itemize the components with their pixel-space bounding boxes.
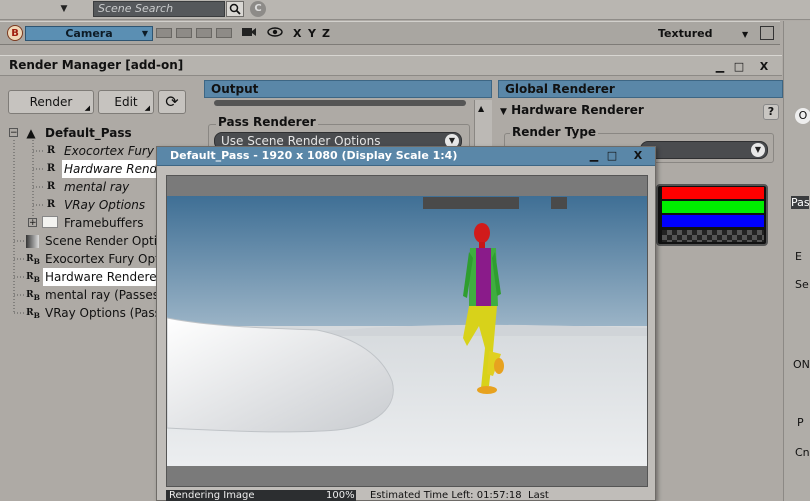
axis-y-button[interactable]: Y (308, 26, 316, 42)
corner-arrow-icon: ◢ (144, 104, 150, 112)
right-strip-item[interactable]: Se (795, 278, 810, 291)
collapse-triangle-icon: ▼ (500, 107, 507, 117)
refresh-icon: ⟳ (165, 92, 179, 111)
pass-renderer-label: Pass Renderer (216, 115, 318, 129)
view-slot-1[interactable] (156, 28, 172, 38)
search-icon[interactable] (226, 1, 244, 17)
right-strip-item[interactable]: ON (793, 358, 810, 371)
green-bar (662, 201, 764, 213)
render-type-dropdown[interactable]: ▼ (640, 141, 768, 159)
minimize-icon[interactable]: ▁ (586, 149, 602, 163)
hardware-renderer-section-label: Hardware Renderer (511, 103, 644, 117)
eye-icon[interactable] (267, 27, 283, 41)
rendered-image (166, 175, 648, 487)
last-render-label: Last (528, 490, 549, 501)
render-view-title: Default_Pass - 1920 x 1080 (Display Scal… (170, 149, 458, 162)
render-type-label: Render Type (510, 125, 599, 139)
viewport-header: B Camera ▼ X Y Z Textured ▼ (0, 21, 780, 45)
renderer-r-icon: R (46, 181, 56, 192)
output-panel-header[interactable]: Output (204, 80, 492, 98)
camera-label: Camera (65, 27, 113, 40)
close-icon[interactable]: X (756, 60, 772, 74)
view-slot-2[interactable] (176, 28, 192, 38)
tree-item-label: Default_Pass (45, 126, 132, 140)
blue-bar (662, 215, 764, 227)
restore-icon[interactable]: □ (731, 60, 747, 74)
progress-percent: 100% (326, 490, 355, 501)
right-strip-item[interactable]: Cn (795, 446, 810, 459)
viewport-icons (241, 26, 283, 42)
hardware-renderer-section[interactable]: ▼ Hardware Renderer (500, 103, 644, 117)
chevron-down-icon[interactable]: ▼ (58, 3, 70, 15)
render-manager-title: Render Manager [add-on] (9, 58, 184, 72)
view-slot-3[interactable] (196, 28, 212, 38)
clear-search-button[interactable]: C (250, 1, 266, 17)
estimated-time-left: Estimated Time Left: 01:57:18 (370, 490, 522, 501)
tree-connector-lines (13, 140, 43, 314)
chevron-down-icon: ▼ (751, 143, 765, 157)
output-collapsed-bar (214, 100, 466, 106)
render-menu-button[interactable]: Render ◢ (8, 90, 94, 114)
renderer-r-icon: R (46, 145, 56, 156)
restore-icon[interactable]: □ (604, 149, 620, 163)
display-mode-menu[interactable]: Textured (658, 28, 712, 40)
right-strip-item[interactable]: O (795, 108, 810, 124)
maximize-viewport-icon[interactable] (760, 26, 774, 40)
edit-menu-button[interactable]: Edit ◢ (98, 90, 154, 114)
corner-arrow-icon: ◢ (84, 104, 90, 112)
right-strip-item[interactable]: E (795, 250, 810, 263)
close-icon[interactable]: X (630, 149, 646, 163)
global-renderer-header[interactable]: Global Renderer (498, 80, 783, 98)
refresh-button[interactable]: ⟳ (158, 90, 186, 114)
axis-x-button[interactable]: X (293, 26, 301, 42)
render-button-label: Render (29, 95, 73, 109)
camera-dropdown[interactable]: Camera ▼ (25, 26, 153, 41)
progress-status-label: Rendering Image (169, 490, 255, 501)
edit-button-label: Edit (114, 95, 138, 109)
tree-item-label: VRay Options (64, 198, 146, 212)
right-strip-item[interactable]: P (797, 416, 810, 429)
checker-pattern (662, 230, 764, 242)
scene-search-input[interactable]: Scene Search (93, 1, 225, 17)
tree-item-label: mental ray (64, 180, 130, 194)
view-slot-4[interactable] (216, 28, 232, 38)
tree-item-label: Framebuffers (64, 216, 144, 230)
tree-item-label: mental ray (Passes) (45, 288, 164, 302)
help-button[interactable]: ? (763, 104, 779, 120)
axis-z-button[interactable]: Z (322, 26, 330, 42)
right-strip-item[interactable]: Pass (791, 196, 809, 209)
chevron-down-icon: ▼ (742, 30, 749, 39)
tree-item-label: Hardware Renderer (43, 268, 164, 286)
renderer-r-icon: R (46, 163, 56, 174)
scroll-up-icon[interactable]: ▲ (478, 104, 484, 113)
camera-view-icon[interactable] (241, 27, 261, 41)
render-scene-svg (167, 176, 647, 486)
color-calibration-bars (656, 184, 768, 246)
red-bar (662, 187, 764, 199)
viewport-letter-badge[interactable]: B (7, 25, 23, 41)
chevron-down-icon: ▼ (141, 29, 148, 38)
renderer-r-icon: R (46, 199, 56, 210)
minimize-icon[interactable]: ▁ (712, 60, 728, 74)
